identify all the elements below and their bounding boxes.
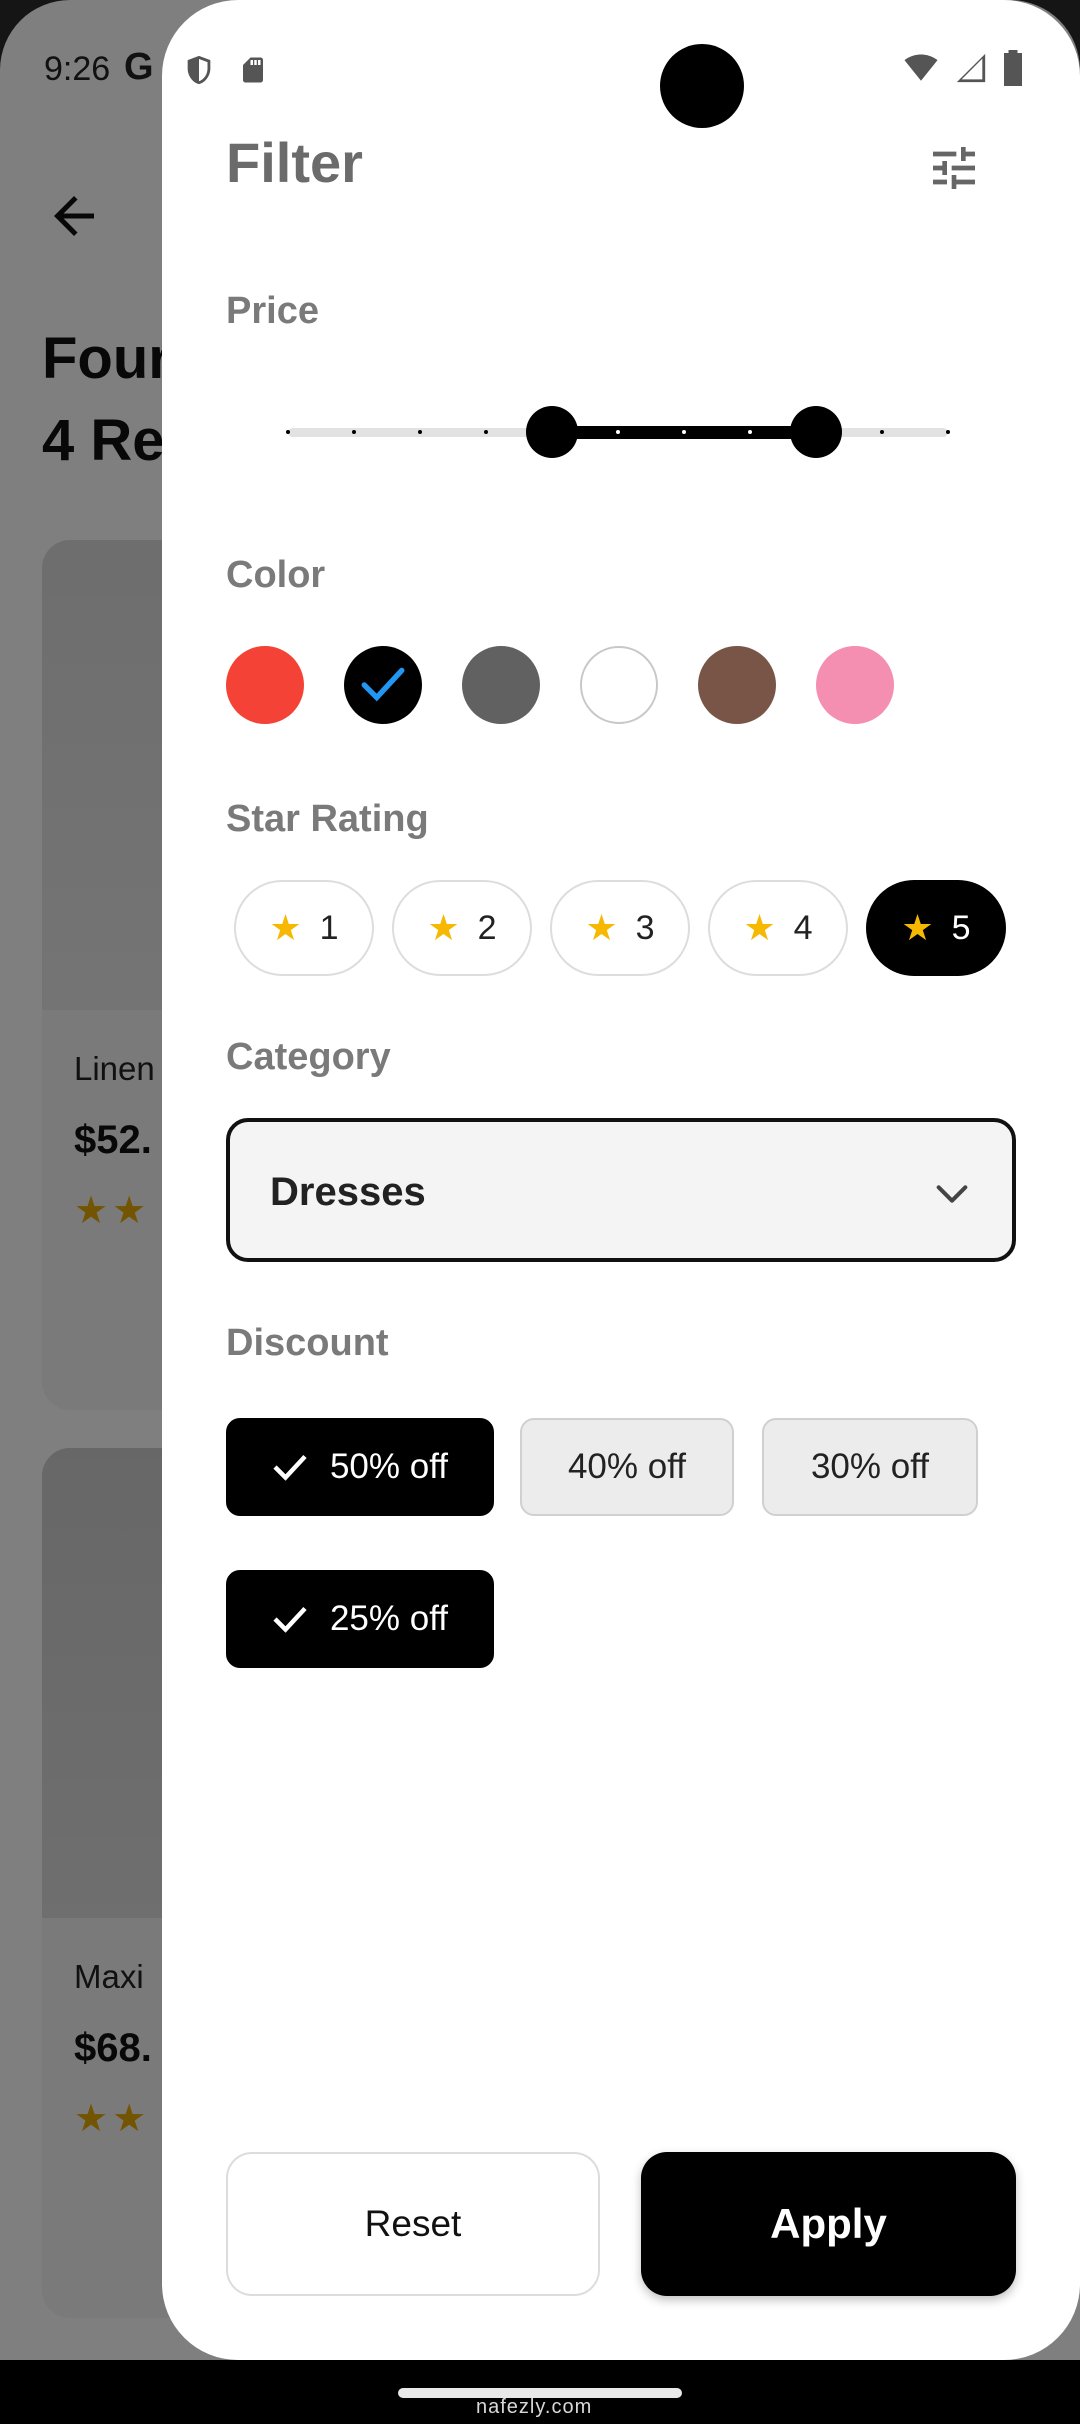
star-rating-chips: ★ 1 ★ 2 ★ 3 ★ 4 ★ 5	[234, 880, 1006, 976]
apply-button[interactable]: Apply	[641, 2152, 1016, 2296]
slider-thumb-high[interactable]	[790, 406, 842, 458]
signal-icon	[956, 53, 986, 83]
filter-title: Filter	[226, 131, 363, 194]
sd-card-icon	[243, 57, 263, 83]
category-dropdown[interactable]: Dresses	[226, 1118, 1016, 1262]
discount-chip-30[interactable]: 30% off	[762, 1418, 978, 1516]
check-icon	[361, 667, 405, 702]
star-chip-4[interactable]: ★ 4	[708, 880, 848, 976]
star-chip-label: 3	[635, 908, 655, 947]
color-swatches	[226, 646, 894, 724]
slider-tick	[418, 430, 422, 434]
star-chip-3[interactable]: ★ 3	[550, 880, 690, 976]
star-chip-label: 2	[477, 908, 497, 947]
discount-chip-50[interactable]: 50% off	[226, 1418, 494, 1516]
star-chip-1[interactable]: ★ 1	[234, 880, 374, 976]
star-chip-label: 1	[319, 908, 339, 947]
slider-tick	[748, 430, 752, 434]
color-swatch-red[interactable]	[226, 646, 304, 724]
discount-chip-label: 50% off	[329, 1447, 449, 1486]
check-icon	[273, 1606, 307, 1633]
category-selected-value: Dresses	[270, 1170, 426, 1214]
battery-icon	[1004, 50, 1022, 86]
star-chip-label: 5	[951, 908, 971, 947]
watermark: nafezly.com	[476, 2396, 593, 2418]
discount-label: Discount	[226, 1322, 389, 1364]
discount-chip-label: 25% off	[329, 1599, 449, 1638]
price-label: Price	[226, 290, 319, 332]
status-left-icons	[182, 52, 268, 88]
star-rating-label: Star Rating	[226, 798, 429, 840]
camera-cutout	[660, 44, 744, 128]
discount-chip-label: 40% off	[567, 1447, 687, 1486]
slider-thumb-low[interactable]	[526, 406, 578, 458]
discount-chip-25[interactable]: 25% off	[226, 1570, 494, 1668]
color-swatch-black[interactable]	[344, 646, 422, 724]
reset-button[interactable]: Reset	[226, 2152, 600, 2296]
slider-tick	[682, 430, 686, 434]
star-icon: ★	[269, 907, 302, 948]
price-range-slider[interactable]	[286, 402, 950, 462]
status-right-icons	[902, 50, 1024, 86]
filter-sheet: Filter Price Color Star Rating ★ 1 ★ 2 ★ 3 ★ 4 ★…	[162, 0, 1080, 2360]
chevron-down-icon	[936, 1185, 968, 1203]
color-swatch-white[interactable]	[580, 646, 658, 724]
star-chip-5[interactable]: ★ 5	[866, 880, 1006, 976]
star-chip-label: 4	[793, 908, 813, 947]
color-label: Color	[226, 554, 326, 596]
color-swatch-gray[interactable]	[462, 646, 540, 724]
discount-chip-40[interactable]: 40% off	[520, 1418, 734, 1516]
discount-chip-label: 30% off	[810, 1447, 930, 1486]
slider-tick	[946, 430, 950, 434]
star-icon: ★	[743, 907, 776, 948]
color-swatch-pink[interactable]	[816, 646, 894, 724]
star-icon: ★	[901, 907, 934, 948]
check-icon	[273, 1454, 307, 1481]
category-label: Category	[226, 1036, 391, 1078]
shield-icon	[187, 55, 211, 85]
slider-tick	[286, 430, 290, 434]
slider-tick	[880, 430, 884, 434]
star-icon: ★	[585, 907, 618, 948]
slider-tick	[616, 430, 620, 434]
color-swatch-brown[interactable]	[698, 646, 776, 724]
wifi-icon	[904, 54, 938, 81]
star-icon: ★	[427, 907, 460, 948]
tune-icon[interactable]	[924, 140, 984, 196]
slider-tick	[352, 430, 356, 434]
slider-tick	[484, 430, 488, 434]
star-chip-2[interactable]: ★ 2	[392, 880, 532, 976]
